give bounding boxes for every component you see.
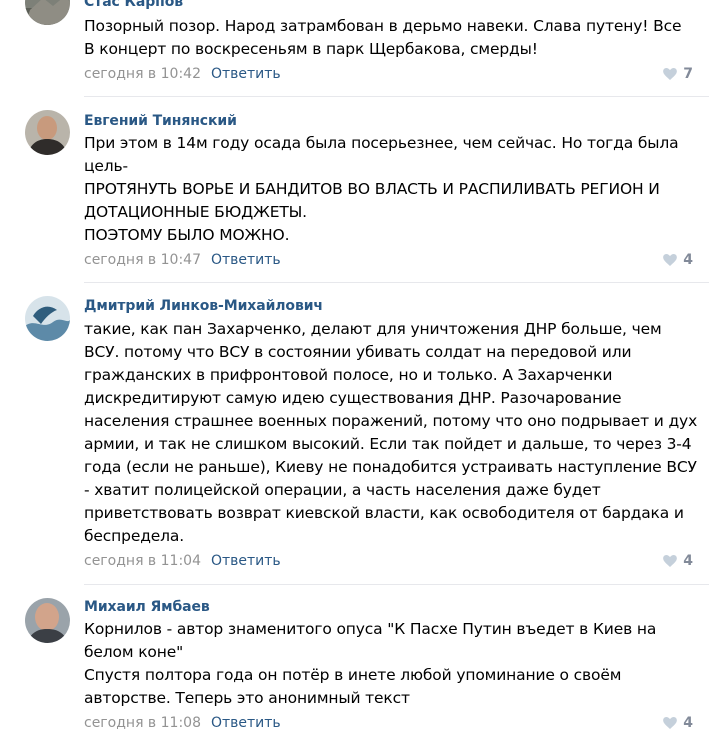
reply-button[interactable]: Ответить xyxy=(211,553,281,569)
heart-icon xyxy=(663,254,678,266)
reply-button[interactable]: Ответить xyxy=(211,66,281,82)
avatar[interactable] xyxy=(25,110,70,155)
comment-text: Позорный позор. Народ затрамбован в дерь… xyxy=(84,17,682,58)
comment-text: такие, как пан Захарченко, делают для ун… xyxy=(84,320,698,545)
like-count: 7 xyxy=(683,66,693,82)
comment-author[interactable]: Евгений Тинянский xyxy=(84,113,237,129)
comment-author[interactable]: Михаил Ямбаев xyxy=(84,599,210,615)
heart-icon xyxy=(663,68,678,80)
divider xyxy=(84,282,709,283)
divider xyxy=(84,584,709,585)
avatar[interactable] xyxy=(25,598,70,643)
comment-date[interactable]: сегодня в 10:42 xyxy=(84,66,201,82)
comment-text: При этом в 14м году осада была посерьезн… xyxy=(84,134,679,244)
like-count: 4 xyxy=(683,553,693,569)
like-count: 4 xyxy=(683,715,693,731)
avatar[interactable] xyxy=(25,296,70,341)
comment-author[interactable]: Стас Карпов xyxy=(84,0,183,10)
heart-icon xyxy=(663,717,678,729)
comment-meta: сегодня в 10:47 Ответить xyxy=(84,252,281,268)
reply-button[interactable]: Ответить xyxy=(211,252,281,268)
like-button[interactable]: 4 xyxy=(663,252,693,268)
like-count: 4 xyxy=(683,252,693,268)
comment-date[interactable]: сегодня в 11:04 xyxy=(84,553,201,569)
heart-icon xyxy=(663,555,678,567)
divider xyxy=(84,96,709,97)
comment-meta: сегодня в 11:04 Ответить xyxy=(84,553,281,569)
like-button[interactable]: 4 xyxy=(663,715,693,731)
comment-meta: сегодня в 11:08 Ответить xyxy=(84,715,281,731)
comment-text: Корнилов - автор знаменитого опуса "К Па… xyxy=(84,620,657,707)
comment-date[interactable]: сегодня в 11:08 xyxy=(84,715,201,731)
comment-author[interactable]: Дмитрий Линков-Михайлович xyxy=(84,298,323,314)
reply-button[interactable]: Ответить xyxy=(211,715,281,731)
like-button[interactable]: 7 xyxy=(663,66,693,82)
like-button[interactable]: 4 xyxy=(663,553,693,569)
comment-meta: сегодня в 10:42 Ответить xyxy=(84,66,281,82)
avatar[interactable] xyxy=(25,0,70,25)
comment-date[interactable]: сегодня в 10:47 xyxy=(84,252,201,268)
